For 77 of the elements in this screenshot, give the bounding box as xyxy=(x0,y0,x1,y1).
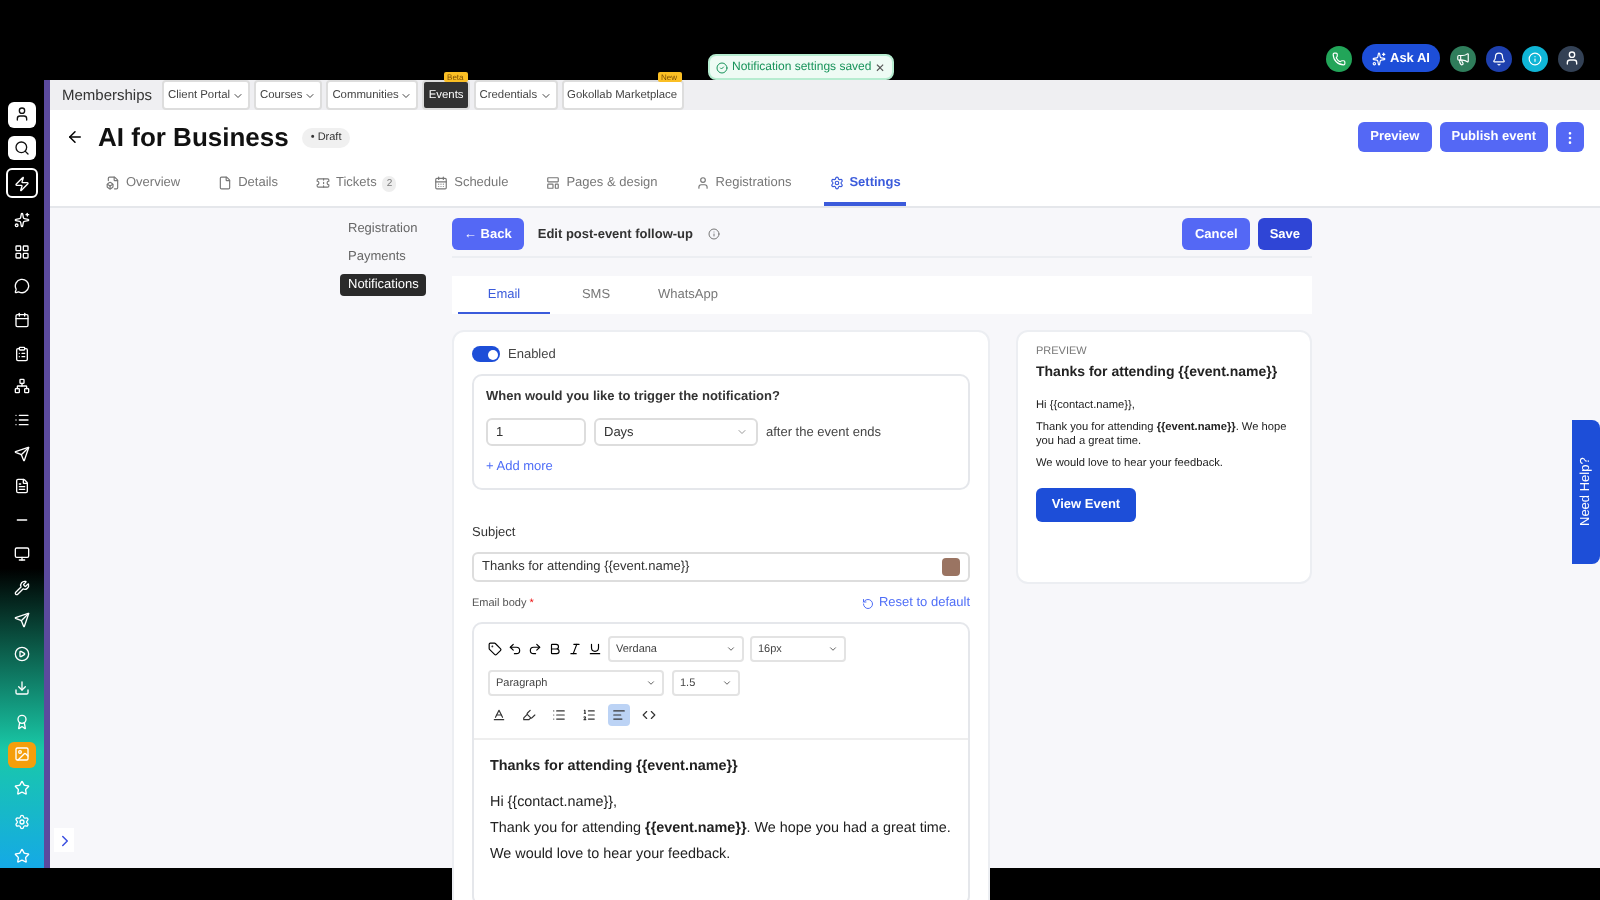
user-icon xyxy=(1563,50,1579,66)
expand-button[interactable] xyxy=(54,828,74,852)
network-icon xyxy=(14,378,30,395)
color-swatch[interactable] xyxy=(942,558,960,576)
italic-icon[interactable] xyxy=(568,642,582,656)
chevron-icon xyxy=(232,89,244,101)
user-icon xyxy=(695,176,710,190)
help-button[interactable] xyxy=(1522,45,1548,71)
phone-icon xyxy=(1332,51,1346,65)
back-arrow-icon[interactable] xyxy=(66,128,84,146)
enabled-toggle[interactable] xyxy=(472,346,500,362)
avatar[interactable] xyxy=(1558,45,1584,71)
info-icon xyxy=(707,228,719,240)
chevron-icon xyxy=(400,89,413,101)
highlight-icon xyxy=(522,708,536,722)
calendar-icon xyxy=(434,176,449,190)
reset-icon xyxy=(862,597,875,609)
search-icon xyxy=(14,140,30,157)
chevron-icon xyxy=(304,89,317,101)
settings-icon xyxy=(829,176,844,190)
chevron-icon xyxy=(828,644,838,654)
document-icon xyxy=(218,176,233,190)
chat-icon xyxy=(14,278,30,295)
document-icon xyxy=(14,478,30,495)
user-icon xyxy=(14,106,30,123)
align-button[interactable] xyxy=(608,704,630,726)
send-icon xyxy=(14,445,30,462)
download-icon xyxy=(14,679,30,696)
text-color-button[interactable] xyxy=(488,704,510,726)
star-icon xyxy=(14,847,30,864)
list-icon xyxy=(14,411,30,428)
bold-icon[interactable] xyxy=(548,642,562,656)
chevron-icon xyxy=(736,426,748,438)
user-button[interactable] xyxy=(8,102,36,128)
sparkles-icon xyxy=(14,211,30,228)
event-title: AI for Business xyxy=(98,122,289,152)
star-icon xyxy=(14,780,30,797)
play-icon xyxy=(14,646,30,663)
bullet-list-icon xyxy=(552,708,566,722)
lightning-icon xyxy=(14,175,30,192)
lightning-button[interactable] xyxy=(6,168,38,199)
monitor-icon xyxy=(14,545,30,562)
clipboard-icon xyxy=(14,345,30,361)
align-icon xyxy=(612,708,626,722)
info-icon xyxy=(1528,51,1542,65)
ticket-icon xyxy=(315,176,330,190)
bell-button[interactable] xyxy=(1486,45,1512,71)
more-button[interactable] xyxy=(1556,122,1584,152)
numbered-list-button[interactable] xyxy=(578,704,600,726)
tag-icon[interactable] xyxy=(488,642,502,656)
sparkles-icon xyxy=(1372,51,1386,65)
text-color-icon xyxy=(492,708,506,722)
bell-icon xyxy=(1492,51,1506,65)
grid-icon xyxy=(14,244,30,261)
settings-icon xyxy=(14,813,30,830)
calendar-icon xyxy=(14,311,30,328)
chevron-icon xyxy=(646,678,656,688)
megaphone-icon xyxy=(1456,51,1470,65)
calendar-box-icon xyxy=(106,176,120,190)
redo-icon[interactable] xyxy=(528,642,542,656)
highlight-button[interactable] xyxy=(518,704,540,726)
undo-icon[interactable] xyxy=(508,642,522,656)
send-icon xyxy=(14,612,30,629)
code-icon xyxy=(642,708,656,722)
search-button[interactable] xyxy=(8,135,36,161)
numbered-list-icon xyxy=(582,708,596,722)
layout-icon xyxy=(546,176,561,190)
chevron-icon xyxy=(722,678,732,688)
underline-icon[interactable] xyxy=(588,642,602,656)
chevron-icon xyxy=(539,89,552,101)
award-icon xyxy=(14,713,30,730)
check-icon xyxy=(716,61,728,73)
image-icon xyxy=(14,746,30,763)
wrench-icon xyxy=(14,579,30,596)
phone-button[interactable] xyxy=(1326,45,1352,71)
megaphone-button[interactable] xyxy=(1450,45,1476,71)
chevron-icon xyxy=(726,644,736,654)
